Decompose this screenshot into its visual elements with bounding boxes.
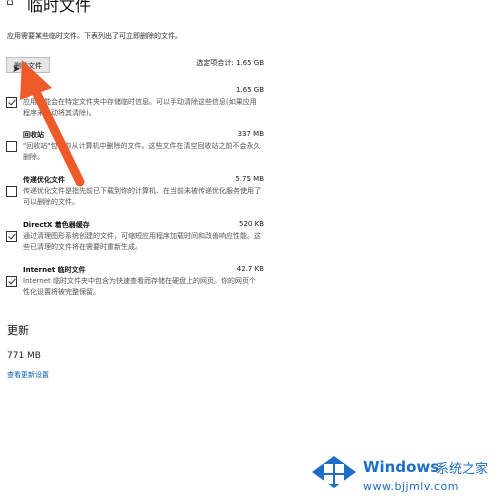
mouse-cursor-icon: ➤ [12,64,21,75]
watermark-url: www.bjjmlv.com [363,480,459,493]
watermark-suffix: 系统之家 [436,462,489,477]
windows-logo-icon [312,456,356,488]
watermark-brand: Windows [363,458,440,476]
annotation-arrow-icon [20,60,85,187]
